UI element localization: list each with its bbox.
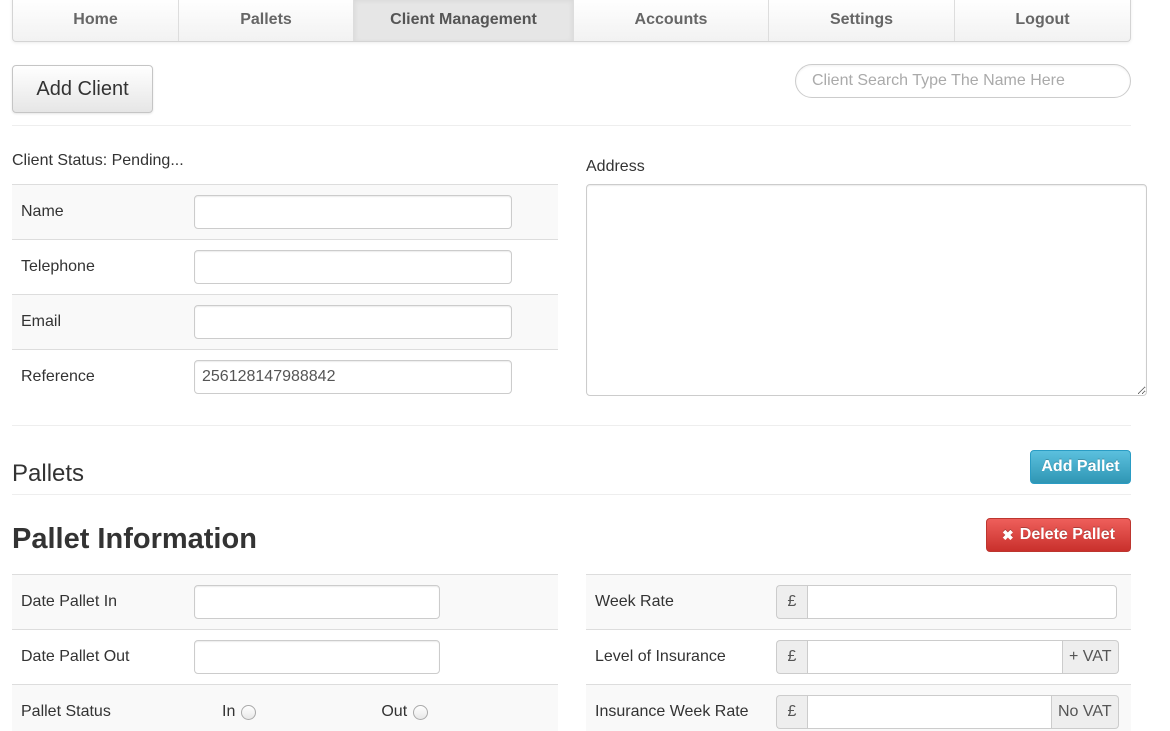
delete-pallet-button[interactable]: ✖ Delete Pallet	[986, 518, 1131, 552]
status-out-radio[interactable]	[413, 704, 429, 720]
client-form: Name Telephone Email Reference	[12, 184, 558, 404]
add-client-button[interactable]: Add Client	[12, 65, 153, 113]
date-out-label: Date Pallet Out	[21, 648, 130, 665]
nav-accounts[interactable]: Accounts	[574, 0, 769, 41]
address-field[interactable]	[586, 184, 1147, 396]
insurance-week-rate-field[interactable]	[807, 695, 1052, 729]
pallet-status-options: In Out	[194, 703, 429, 721]
divider	[12, 494, 1131, 495]
name-field[interactable]	[194, 195, 512, 229]
pallets-heading: Pallets	[12, 460, 85, 487]
delete-pallet-label: Delete Pallet	[1019, 526, 1115, 543]
pallet-information-heading: Pallet Information	[12, 523, 257, 555]
email-field[interactable]	[194, 305, 512, 339]
nav-settings[interactable]: Settings	[769, 0, 955, 41]
status-out-label: Out	[381, 703, 408, 720]
vat-addon: + VAT	[1063, 640, 1119, 674]
insurance-level-group: £ + VAT	[776, 640, 1119, 674]
nav-home[interactable]: Home	[13, 0, 179, 41]
divider	[12, 125, 1131, 126]
reference-label: Reference	[21, 368, 95, 385]
pallet-status-label: Pallet Status	[21, 703, 111, 720]
date-in-label: Date Pallet In	[21, 593, 118, 610]
nav-pallets[interactable]: Pallets	[179, 0, 354, 41]
status-in-radio[interactable]	[241, 704, 257, 720]
telephone-label: Telephone	[21, 258, 95, 275]
date-in-field[interactable]	[194, 585, 440, 619]
week-rate-group: £	[776, 585, 1117, 619]
main-nav: Home Pallets Client Management Accounts …	[12, 0, 1131, 42]
address-label: Address	[586, 158, 645, 175]
week-rate-field[interactable]	[807, 585, 1117, 619]
name-label: Name	[21, 203, 64, 220]
close-icon: ✖	[1002, 526, 1014, 543]
insurance-level-label: Level of Insurance	[595, 648, 726, 665]
reference-field[interactable]	[194, 360, 512, 394]
date-in-row: Date Pallet In	[12, 574, 558, 629]
client-search-input[interactable]	[795, 64, 1131, 98]
nav-client-management[interactable]: Client Management	[354, 0, 574, 41]
date-out-field[interactable]	[194, 640, 440, 674]
status-in-label: In	[222, 703, 236, 720]
no-vat-addon: No VAT	[1052, 695, 1119, 729]
divider	[12, 425, 1131, 426]
pallet-dates-form: Date Pallet In Date Pallet Out Pallet St…	[12, 574, 558, 731]
email-row: Email	[12, 294, 558, 349]
insurance-level-field[interactable]	[807, 640, 1063, 674]
insurance-week-rate-row: Insurance Week Rate £ No VAT	[586, 684, 1131, 731]
insurance-level-row: Level of Insurance £ + VAT	[586, 629, 1131, 684]
email-label: Email	[21, 313, 62, 330]
pallet-rates-form: Week Rate £ Level of Insurance £ + VAT I…	[586, 574, 1131, 731]
telephone-field[interactable]	[194, 250, 512, 284]
week-rate-label: Week Rate	[595, 593, 674, 610]
name-row: Name	[12, 184, 558, 239]
telephone-row: Telephone	[12, 239, 558, 294]
currency-addon: £	[776, 640, 807, 674]
currency-addon: £	[776, 585, 807, 619]
currency-addon: £	[776, 695, 807, 729]
nav-logout[interactable]: Logout	[955, 0, 1130, 41]
add-pallet-button[interactable]: Add Pallet	[1030, 450, 1131, 484]
date-out-row: Date Pallet Out	[12, 629, 558, 684]
pallet-status-row: Pallet Status In Out	[12, 684, 558, 731]
client-status: Client Status: Pending...	[12, 152, 184, 169]
week-rate-row: Week Rate £	[586, 574, 1131, 629]
reference-row: Reference	[12, 349, 558, 404]
insurance-week-rate-group: £ No VAT	[776, 695, 1119, 729]
insurance-week-rate-label: Insurance Week Rate	[595, 703, 749, 720]
